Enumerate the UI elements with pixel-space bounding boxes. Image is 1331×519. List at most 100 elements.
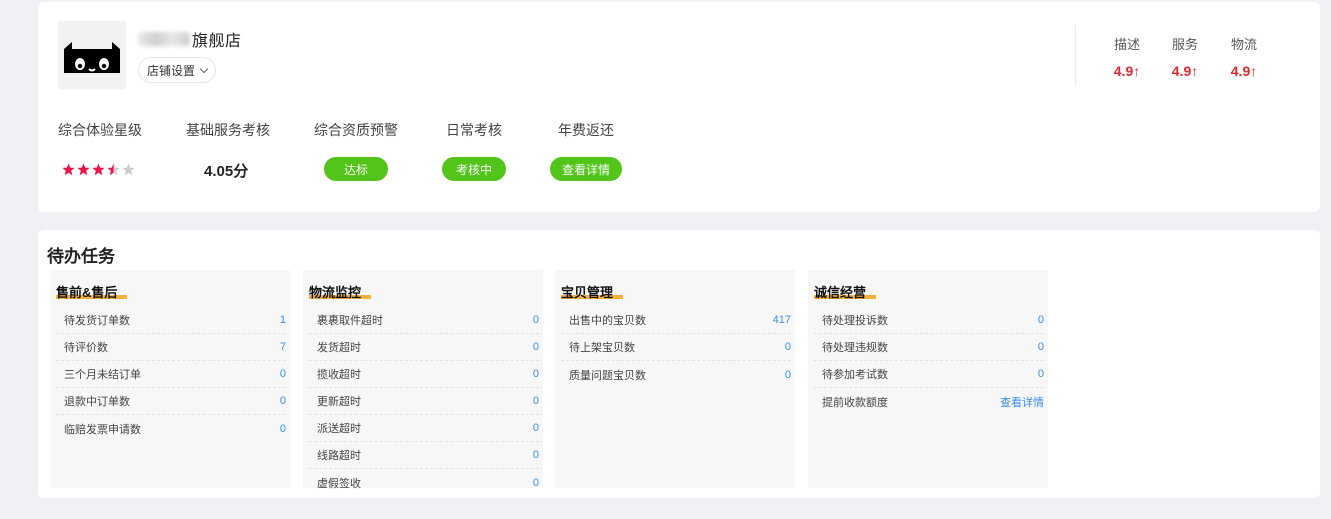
metric-label: 综合资质预警: [314, 122, 398, 138]
fee-details-button[interactable]: 查看详情: [550, 157, 622, 181]
task-row: 待处理投诉数 0: [814, 307, 1044, 334]
task-row: 发货超时 0: [309, 334, 539, 361]
task-row: 临赔发票申请数 0: [56, 415, 286, 442]
task-value-link[interactable]: 0: [1038, 368, 1044, 380]
qualification-status-button[interactable]: 达标: [324, 157, 388, 181]
task-value-link[interactable]: 0: [280, 395, 286, 407]
tasks-title: 待办任务: [47, 247, 115, 266]
tasks-card: 待办任务 售前&售后 待发货订单数 1 待评价数 7 三个月未结订单 0 退款中订单数 0 临赔发…: [38, 230, 1320, 498]
metric-label: 年费返还: [558, 122, 614, 138]
rating-label: 服务: [1171, 37, 1198, 52]
task-label: 待参加考试数: [822, 369, 888, 381]
task-label: 临赔发票申请数: [64, 423, 141, 436]
column-title: 诚信经营: [814, 285, 867, 300]
basic-service-score: 4.05分: [204, 163, 249, 180]
task-row: 虚假签收 0: [309, 469, 539, 496]
task-row: 待发货订单数 1: [56, 307, 286, 334]
task-label: 退款中订单数: [64, 396, 130, 408]
task-value-link[interactable]: 417: [773, 314, 791, 326]
task-row: 提前收款额度 查看详情: [814, 388, 1044, 415]
task-row: 揽收超时 0: [309, 361, 539, 388]
shop-name: 旗舰店: [192, 33, 242, 50]
star-icon: [62, 163, 75, 176]
task-value-link[interactable]: 0: [280, 368, 286, 380]
column-title: 售前&售后: [56, 285, 118, 300]
task-rows: 待处理投诉数 0 待处理违规数 0 待参加考试数 0 提前收款额度 查看详情: [814, 307, 1044, 415]
task-value-link[interactable]: 0: [785, 369, 791, 381]
rating-label: 物流: [1230, 37, 1257, 52]
task-value-link[interactable]: 0: [533, 314, 539, 326]
task-rows: 待发货订单数 1 待评价数 7 三个月未结订单 0 退款中订单数 0 临赔发票申请数 0: [56, 307, 286, 442]
task-label: 待评价数: [64, 342, 108, 354]
task-column: 物流监控 裹裹取件超时 0 发货超时 0 揽收超时 0 更新超时 0 派送超时 0 线路超时 0 虚假签收…: [303, 270, 543, 490]
rating-logistics: 物流 4.9↑: [1224, 34, 1264, 79]
metric-fee: 年费返还: [558, 120, 614, 140]
task-value-link[interactable]: 1: [280, 314, 286, 326]
task-label: 裹裹取件超时: [317, 315, 383, 327]
star-rating: [62, 163, 135, 176]
rating-description: 描述 4.9↑: [1107, 34, 1147, 79]
task-label: 线路超时: [317, 450, 361, 462]
task-value-link[interactable]: 0: [533, 395, 539, 407]
task-value-link[interactable]: 查看详情: [1000, 394, 1044, 410]
column-title: 宝贝管理: [561, 285, 614, 300]
task-row: 出售中的宝贝数 417: [561, 307, 791, 334]
task-value-link[interactable]: 0: [533, 422, 539, 434]
task-column: 售前&售后待发货订单数 1 待评价数 7 三个月未结订单 0 退款中订单数 0 临赔发票申请数 0: [50, 270, 290, 488]
task-label: 质量问题宝贝数: [569, 369, 646, 382]
rating-value: 4.9↑: [1230, 63, 1258, 79]
task-row: 待处理违规数 0: [814, 334, 1044, 361]
task-column: 诚信经营待处理投诉数 0 待处理违规数 0 待参加考试数 0 提前收款额度 查看详情: [808, 270, 1048, 488]
task-value-link[interactable]: 0: [1038, 314, 1044, 326]
shop-card: 旗舰店 店铺设置 描述 4.9↑ 服务 4.9↑ 物流 4.9↑ 综合体验星级 …: [38, 2, 1320, 212]
task-value-link[interactable]: 0: [533, 477, 539, 489]
task-row: 待参加考试数 0: [814, 361, 1044, 388]
shop-name-row: 旗舰店: [138, 28, 242, 50]
star-icon: [77, 163, 90, 176]
task-label: 揽收超时: [317, 369, 361, 381]
task-label: 待处理违规数: [822, 342, 888, 354]
task-label: 出售中的宝贝数: [569, 315, 646, 327]
task-label: 待处理投诉数: [822, 315, 888, 327]
metric-daily: 日常考核: [446, 120, 502, 140]
task-label: 发货超时: [317, 342, 361, 354]
divider: [1075, 25, 1076, 85]
task-label: 虚假签收: [317, 477, 361, 490]
task-value-link[interactable]: 0: [280, 423, 286, 435]
task-row: 待评价数 7: [56, 334, 286, 361]
task-row: 线路超时 0: [309, 442, 539, 469]
rating-value: 4.9↑: [1113, 63, 1141, 79]
task-value-link[interactable]: 0: [533, 449, 539, 461]
task-value-link[interactable]: 0: [1038, 341, 1044, 353]
task-row: 三个月未结订单 0: [56, 361, 286, 388]
daily-status-button[interactable]: 考核中: [442, 157, 506, 181]
column-header: 售前&售后: [56, 282, 128, 300]
metric-label: 基础服务考核: [186, 122, 270, 138]
task-label: 三个月未结订单: [64, 369, 141, 381]
task-value-link[interactable]: 0: [533, 368, 539, 380]
shop-settings-label: 店铺设置: [147, 63, 196, 78]
blurred-name-prefix: [138, 32, 190, 46]
star-icon: [122, 163, 135, 176]
shop-logo[interactable]: [58, 21, 126, 89]
star-icon: [92, 163, 105, 176]
task-column: 宝贝管理出售中的宝贝数 417 待上架宝贝数 0 质量问题宝贝数 0: [555, 270, 795, 488]
task-value-link[interactable]: 0: [785, 341, 791, 353]
task-row: 派送超时 0: [309, 415, 539, 442]
column-header: 物流监控: [309, 282, 372, 300]
task-value-link[interactable]: 7: [280, 341, 286, 353]
task-row: 待上架宝贝数 0: [561, 334, 791, 361]
task-label: 提前收款额度: [822, 396, 888, 409]
tmall-cat-logo-icon: [64, 42, 120, 73]
shop-settings-dropdown[interactable]: 店铺设置: [138, 57, 217, 83]
metric-label: 综合体验星级: [58, 122, 142, 138]
column-title: 物流监控: [309, 285, 362, 300]
chevron-down-icon: [199, 64, 209, 73]
star-icon: [107, 163, 120, 176]
task-value-link[interactable]: 0: [533, 341, 539, 353]
column-header: 宝贝管理: [561, 282, 624, 300]
task-rows: 出售中的宝贝数 417 待上架宝贝数 0 质量问题宝贝数 0: [561, 307, 791, 388]
column-header: 诚信经营: [814, 282, 877, 300]
metric-label: 日常考核: [446, 122, 502, 138]
task-rows: 裹裹取件超时 0 发货超时 0 揽收超时 0 更新超时 0 派送超时 0 线路超时 0 虚假签收 0: [309, 307, 539, 496]
